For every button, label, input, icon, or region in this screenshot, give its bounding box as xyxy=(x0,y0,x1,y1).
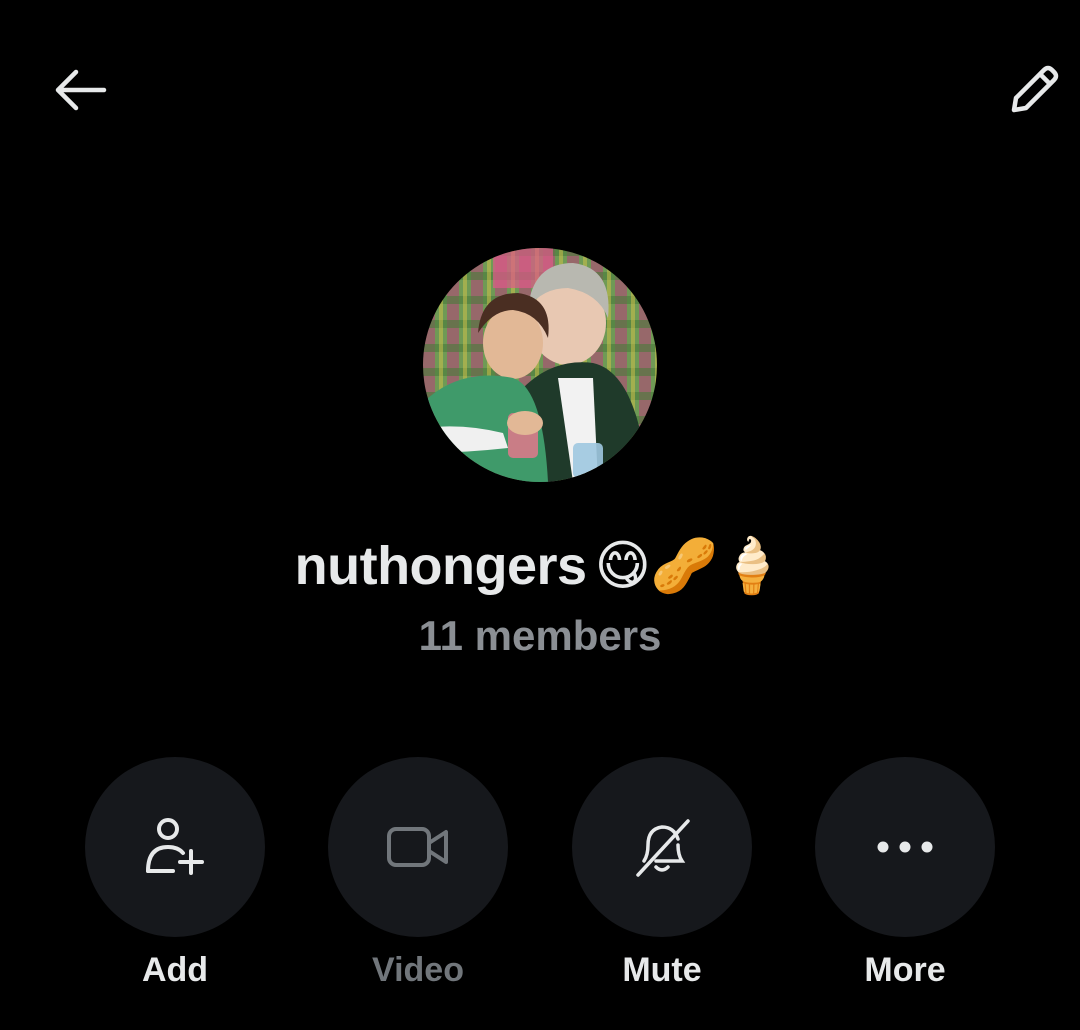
mute-circle[interactable] xyxy=(572,757,752,937)
video-call-circle[interactable] xyxy=(328,757,508,937)
more-button[interactable]: More xyxy=(815,757,995,990)
add-label: Add xyxy=(141,951,209,989)
mute-label: Mute xyxy=(622,951,702,989)
video-camera-icon xyxy=(387,827,448,867)
add-member-button[interactable]: Add xyxy=(85,757,265,990)
pencil-icon xyxy=(1011,65,1059,113)
bell-off-icon xyxy=(636,819,690,877)
group-avatar-image xyxy=(423,248,657,482)
group-name: nuthongers xyxy=(294,536,587,596)
add-user-icon xyxy=(146,818,204,875)
group-title: nuthongers 😋🥜🍦 xyxy=(0,528,1080,604)
video-call-button[interactable]: Video xyxy=(328,757,508,990)
video-label: Video xyxy=(372,951,464,989)
mute-button[interactable]: Mute xyxy=(572,757,752,990)
arrow-left-icon xyxy=(55,69,107,111)
group-name-emoji: 😋🥜🍦 xyxy=(594,534,786,597)
member-count[interactable]: 11 members xyxy=(0,612,1080,660)
group-avatar[interactable] xyxy=(423,248,657,482)
edit-group-button[interactable] xyxy=(1000,58,1068,122)
more-circle[interactable] xyxy=(815,757,995,937)
more-horizontal-icon xyxy=(877,841,933,853)
more-label: More xyxy=(864,951,946,989)
add-member-circle[interactable] xyxy=(85,757,265,937)
action-bar: Add Video Mute More xyxy=(0,757,1080,1017)
back-button[interactable] xyxy=(50,62,110,118)
